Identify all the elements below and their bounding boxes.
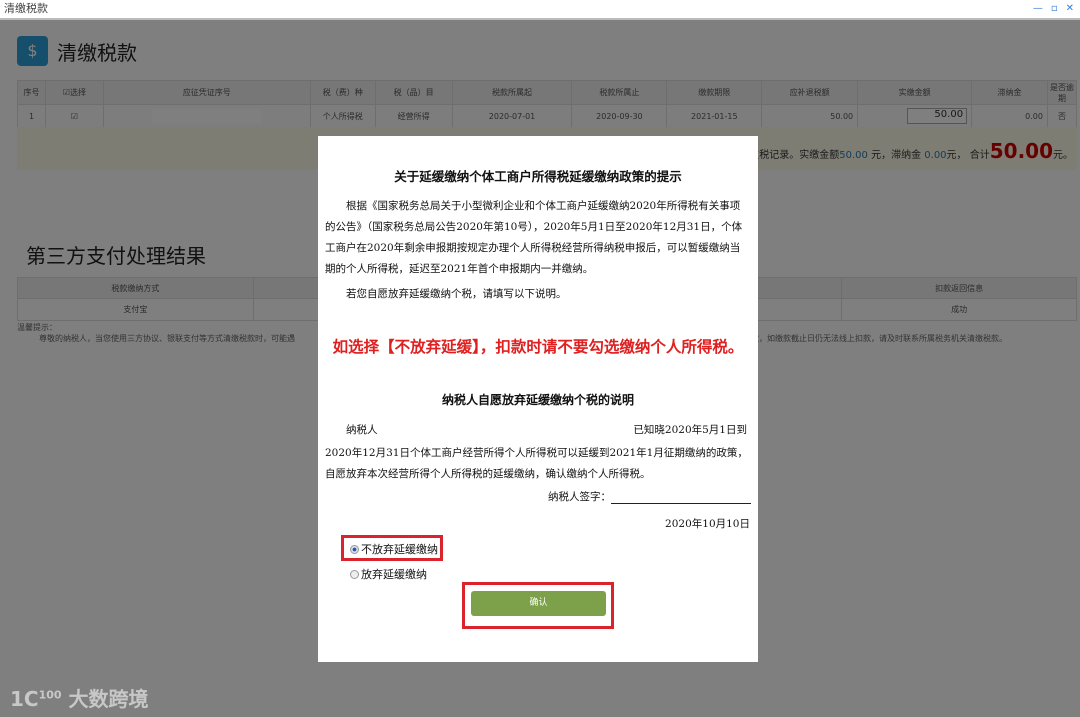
- confirm-button[interactable]: 确认: [471, 591, 606, 616]
- radio-label: 放弃延缓缴纳: [361, 568, 427, 581]
- signature-label: 纳税人签字：: [548, 491, 611, 503]
- statement-text: 2020年12月31日个体工商户经营所得个人所得税可以延缓到2021年1月征期缴…: [325, 447, 748, 480]
- dialog-instruction: 若您自愿放弃延缓缴纳个税，请填写以下说明。: [346, 288, 567, 300]
- statement-title: 纳税人自愿放弃延缓缴纳个税的说明: [441, 393, 634, 407]
- minimize-icon[interactable]: —: [1033, 0, 1043, 18]
- dialog-title: 关于延缓缴纳个体工商户所得税延缓缴纳政策的提示: [394, 169, 682, 184]
- statement-line1: 已知晓2020年5月1日到: [633, 424, 747, 436]
- radio-selected-icon: [350, 544, 359, 554]
- statement-taxpayer: 纳税人: [346, 424, 378, 436]
- window-titlebar: 清缴税款 — ▫ ✕: [0, 0, 1080, 20]
- close-icon[interactable]: ✕: [1066, 0, 1074, 18]
- deferral-policy-dialog: 关于延缓缴纳个体工商户所得税延缓缴纳政策的提示 根据《国家税务总局关于小型微利企…: [318, 136, 758, 662]
- radio-waive[interactable]: 放弃延缓缴纳: [350, 566, 427, 582]
- signature-field[interactable]: 纳税人签字：: [548, 489, 751, 504]
- dialog-body: 根据《国家税务总局关于小型微利企业和个体工商户延缓缴纳2020年所得税有关事项的…: [325, 200, 743, 275]
- radio-not-waive[interactable]: 不放弃延缓缴纳: [350, 541, 438, 557]
- window-title: 清缴税款: [4, 2, 48, 15]
- restore-icon[interactable]: ▫: [1051, 0, 1058, 18]
- radio-label: 不放弃延缓缴纳: [361, 543, 438, 556]
- radio-unselected-icon: [350, 569, 359, 579]
- watermark-logo: 1C100 大数跨境: [10, 687, 149, 711]
- statement-date: 2020年10月10日: [665, 518, 750, 530]
- warning-text: 如选择【不放弃延缓】，扣款时请不要勾选缴纳个人所得税。: [332, 338, 744, 356]
